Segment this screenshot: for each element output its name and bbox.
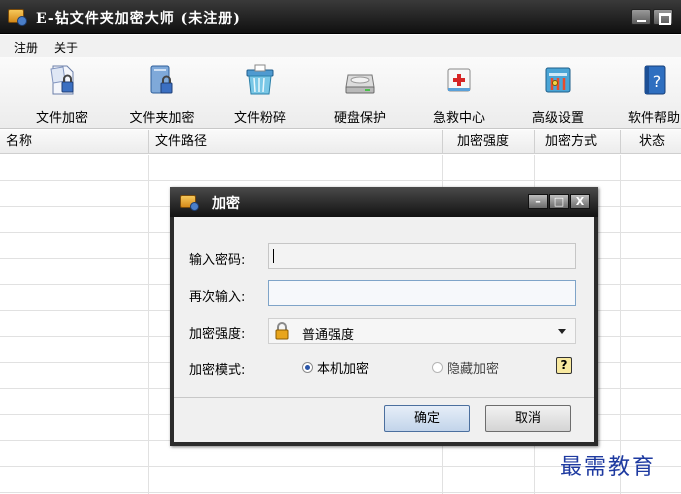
mode-option-label: 本机加密 bbox=[317, 361, 370, 377]
shredder-icon bbox=[246, 64, 274, 95]
app-icon bbox=[8, 9, 27, 26]
dialog-controls: – □ X bbox=[528, 194, 590, 209]
folder-lock-icon bbox=[150, 65, 173, 94]
advanced-settings-icon bbox=[545, 67, 571, 93]
menu-bar: 注册 关于 bbox=[0, 35, 681, 57]
password-input[interactable] bbox=[268, 243, 576, 269]
toolbar-file-shred[interactable]: 文件粉碎 bbox=[218, 61, 302, 127]
column-header-status[interactable]: 状态 bbox=[621, 130, 681, 154]
chevron-down-icon bbox=[558, 329, 566, 334]
toolbar-label: 急救中心 bbox=[432, 111, 485, 126]
strength-label: 加密强度: bbox=[189, 327, 246, 342]
toolbar-label: 文件夹加密 bbox=[129, 111, 195, 126]
window-titlebar: E-钻文件夹加密大师 (未注册) bbox=[0, 0, 681, 34]
column-header-name[interactable]: 名称 bbox=[0, 130, 149, 154]
toolbar-label: 文件粉碎 bbox=[233, 111, 286, 126]
toolbar: 文件加密 文件夹加密 文件粉碎 硬盘保护 急救中心 高级设置 ? 软件帮助 bbox=[0, 57, 681, 129]
first-aid-icon bbox=[447, 68, 471, 92]
watermark: 最需教育 bbox=[560, 455, 657, 480]
dialog-title: 加密 bbox=[212, 196, 240, 212]
toolbar-label: 高级设置 bbox=[531, 111, 584, 126]
svg-text:?: ? bbox=[653, 72, 662, 91]
toolbar-disk-protect[interactable]: 硬盘保护 bbox=[318, 61, 402, 127]
toolbar-label: 硬盘保护 bbox=[333, 111, 386, 126]
encrypt-dialog: 加密 – □ X 输入密码: 再次输入: 加密强度: 普通强度 加密模式: 本机… bbox=[170, 187, 598, 446]
column-header-method[interactable]: 加密方式 bbox=[535, 130, 621, 154]
toolbar-software-help[interactable]: ? 软件帮助 bbox=[612, 61, 681, 127]
toolbar-emergency-center[interactable]: 急救中心 bbox=[417, 61, 501, 127]
menu-item-register[interactable]: 注册 bbox=[14, 39, 38, 56]
password-label: 输入密码: bbox=[189, 253, 246, 268]
dialog-titlebar[interactable]: 加密 – □ X bbox=[170, 187, 598, 217]
hard-disk-icon bbox=[345, 74, 375, 94]
mode-label: 加密模式: bbox=[189, 363, 246, 378]
column-header-strength[interactable]: 加密强度 bbox=[443, 130, 535, 154]
mode-radio-hidden[interactable]: 隐藏加密 bbox=[432, 358, 500, 377]
dialog-body: 输入密码: 再次输入: 加密强度: 普通强度 加密模式: 本机加密 隐藏加密 ?… bbox=[174, 217, 594, 442]
toolbar-label: 软件帮助 bbox=[627, 111, 680, 126]
radio-dot-selected bbox=[302, 361, 313, 373]
confirm-password-input[interactable] bbox=[268, 280, 576, 306]
divider bbox=[174, 397, 594, 398]
confirm-password-label: 再次输入: bbox=[189, 290, 246, 305]
minimize-button[interactable] bbox=[631, 9, 651, 25]
ok-button[interactable]: 确定 bbox=[384, 405, 470, 432]
strength-select-value: 普通强度 bbox=[302, 328, 355, 343]
window-title: E-钻文件夹加密大师 (未注册) bbox=[36, 11, 241, 27]
radio-dot bbox=[432, 361, 443, 373]
dialog-app-icon bbox=[180, 195, 199, 211]
file-lock-icon bbox=[50, 65, 74, 95]
help-icon[interactable]: ? bbox=[556, 357, 572, 374]
cancel-button[interactable]: 取消 bbox=[485, 405, 571, 432]
dialog-minimize-button[interactable]: – bbox=[528, 194, 548, 209]
column-header-path[interactable]: 文件路径 bbox=[149, 130, 443, 154]
strength-select[interactable]: 普通强度 bbox=[268, 318, 576, 344]
lock-icon bbox=[275, 322, 289, 340]
maximize-button[interactable] bbox=[653, 9, 673, 25]
toolbar-file-encrypt[interactable]: 文件加密 bbox=[20, 61, 104, 127]
window-controls bbox=[631, 9, 677, 25]
dialog-maximize-button[interactable]: □ bbox=[549, 194, 569, 209]
column-divider bbox=[148, 155, 149, 494]
mode-radio-local[interactable]: 本机加密 bbox=[302, 358, 370, 377]
menu-item-about[interactable]: 关于 bbox=[54, 39, 78, 56]
toolbar-folder-encrypt[interactable]: 文件夹加密 bbox=[120, 61, 204, 127]
help-book-icon: ? bbox=[644, 65, 666, 95]
toolbar-label: 文件加密 bbox=[35, 111, 88, 126]
table-header: 名称 文件路径 加密强度 加密方式 状态 bbox=[0, 130, 681, 154]
mode-option-label: 隐藏加密 bbox=[447, 361, 500, 377]
toolbar-advanced-settings[interactable]: 高级设置 bbox=[516, 61, 600, 127]
dialog-close-button[interactable]: X bbox=[570, 194, 590, 209]
column-divider bbox=[620, 155, 621, 494]
